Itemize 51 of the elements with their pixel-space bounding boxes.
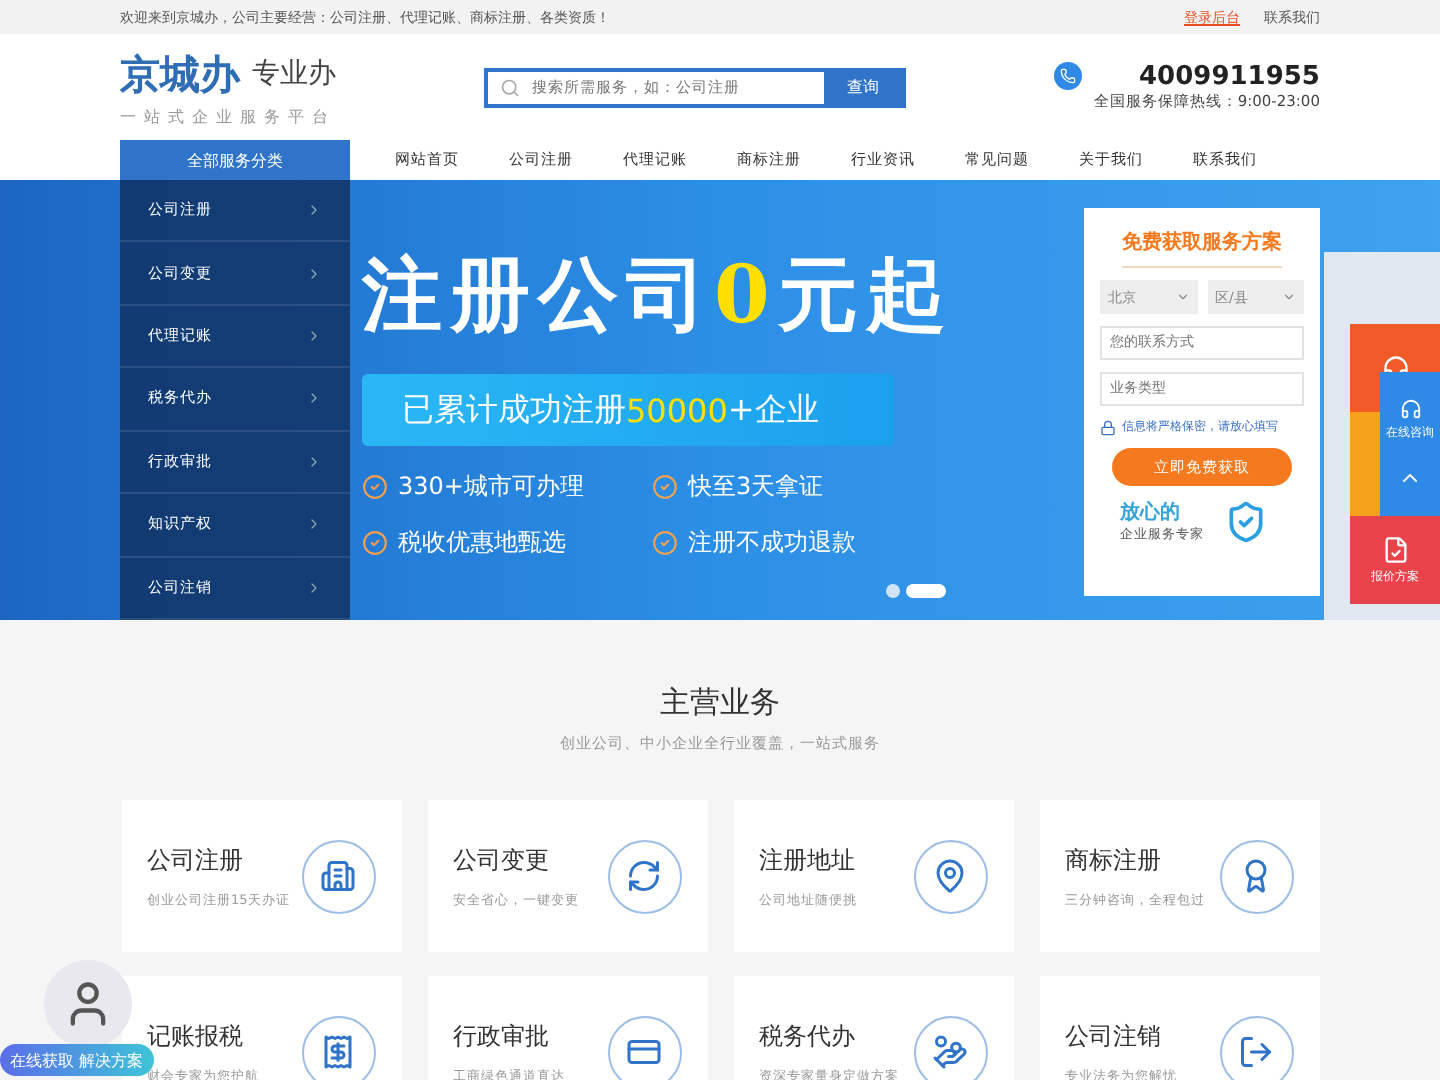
- chevron-down-icon: [1175, 290, 1189, 304]
- document-check-icon: [1381, 535, 1409, 563]
- carousel-dot[interactable]: [886, 584, 900, 598]
- logo-text: 京城办: [120, 47, 240, 101]
- avatar-icon: [44, 960, 132, 1048]
- chevron-right-icon: [306, 579, 322, 596]
- form-title: 免费获取服务方案: [1122, 228, 1282, 268]
- check-circle-icon: [652, 474, 678, 500]
- receipt-icon: [301, 1015, 375, 1080]
- chevron-right-icon: [306, 328, 322, 345]
- service-title: 公司注册: [147, 843, 245, 877]
- chevron-right-icon: [306, 202, 322, 219]
- service-title: 注册地址: [759, 843, 857, 877]
- award-icon: [1219, 839, 1293, 913]
- credit-card-icon: [607, 1015, 681, 1080]
- chevron-right-icon: [306, 516, 322, 533]
- chevron-right-icon: [306, 390, 322, 407]
- search-button[interactable]: 查询: [823, 71, 902, 103]
- service-title: 公司注销: [1065, 1019, 1163, 1053]
- map-pin-icon: [913, 839, 987, 913]
- lock-icon: [1100, 419, 1116, 435]
- shield-icon: [1224, 499, 1268, 543]
- exit-icon: [1219, 1015, 1293, 1080]
- badge-title: 放心的: [1120, 498, 1182, 526]
- service-title: 行政审批: [453, 1019, 551, 1053]
- chevron-right-icon: [306, 265, 322, 282]
- headset-icon: [1399, 398, 1421, 420]
- check-circle-icon: [362, 474, 388, 500]
- phone-number: 4009911955: [1139, 62, 1320, 92]
- feature-text: 注册不成功退款: [688, 526, 856, 560]
- chevron-right-icon: [306, 453, 322, 470]
- logo-slogan: 专业办: [252, 56, 336, 92]
- stat-banner: 已累计成功注册50000+企业: [362, 374, 894, 446]
- service-title: 税务代办: [759, 1019, 857, 1053]
- logo-tagline: 一站式企业服务平台: [120, 105, 336, 127]
- chevron-down-icon: [1282, 290, 1296, 304]
- hand-coins-icon: [913, 1015, 987, 1080]
- search-icon: [499, 77, 520, 97]
- service-title: 公司变更: [453, 843, 551, 877]
- section-title: 主营业务: [660, 684, 780, 722]
- refresh-icon: [607, 839, 681, 913]
- feature-text: 330+城市可办理: [398, 470, 584, 504]
- all-categories-button[interactable]: 全部服务分类: [120, 140, 350, 180]
- hero-headline: 注册公司 0元起: [362, 246, 954, 346]
- service-title: 商标注册: [1065, 843, 1163, 877]
- check-circle-icon: [362, 530, 388, 556]
- feature-text: 税收优惠地甄选: [398, 526, 566, 560]
- check-circle-icon: [652, 530, 678, 556]
- feature-text: 快至3天拿证: [688, 470, 824, 504]
- phone-icon: [1053, 62, 1082, 90]
- building-icon: [301, 839, 375, 913]
